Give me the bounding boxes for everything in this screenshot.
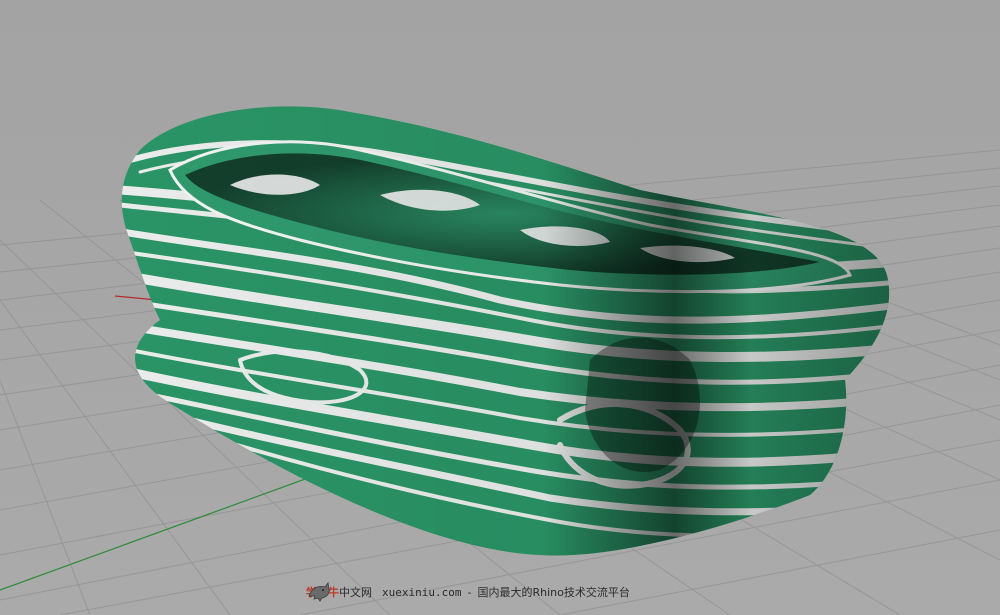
watermark-tagline: 国内最大的Rhino技术交流平台 bbox=[477, 586, 630, 599]
perspective-viewport[interactable]: 学犀牛 中文网 xuexiniu.com - 国内最大的Rhino技术交流平台 bbox=[0, 0, 1000, 615]
rhino-logo-icon bbox=[308, 582, 330, 602]
watermark-separator: - bbox=[467, 585, 472, 599]
watermark-brand-suffix: 中文网 bbox=[339, 586, 372, 599]
watermark: 学犀牛 中文网 xuexiniu.com - 国内最大的Rhino技术交流平台 bbox=[306, 578, 630, 606]
viewport-canvas[interactable] bbox=[0, 0, 1000, 615]
watermark-url: xuexiniu.com bbox=[382, 585, 462, 599]
y-axis-line bbox=[0, 469, 331, 591]
bathtub-model[interactable] bbox=[110, 106, 900, 556]
